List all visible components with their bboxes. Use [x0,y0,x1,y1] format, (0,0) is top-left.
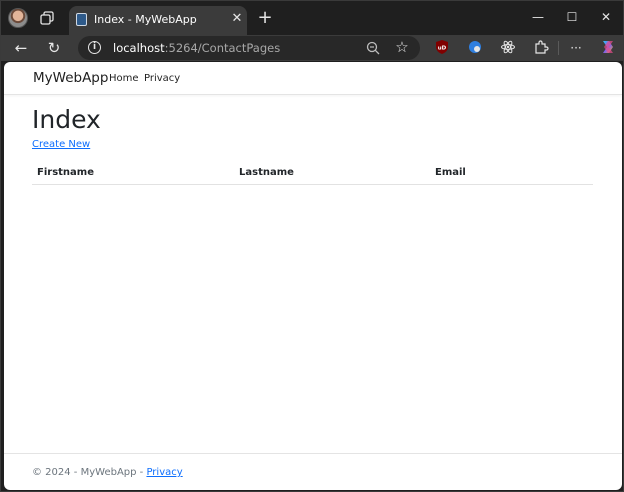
column-header-firstname: Firstname [37,167,94,178]
zoom-out-icon[interactable] [365,40,381,56]
site-navbar: MyWebApp Home Privacy [4,62,622,95]
workspaces-icon[interactable] [39,10,55,26]
navbar-brand[interactable]: MyWebApp [33,70,108,86]
profile-avatar[interactable] [8,8,28,28]
minimize-button[interactable]: — [528,8,548,26]
browser-toolbar: ← ↻ i localhost:5264/ContactPages ☆ uD ·… [1,35,623,61]
favorite-star-icon[interactable]: ☆ [393,38,411,56]
column-header-lastname: Lastname [239,167,294,178]
extensions-puzzle-icon[interactable] [533,39,549,55]
ublock-extension-icon[interactable]: uD [434,39,450,55]
site-footer: © 2024 - MyWebApp - Privacy [4,453,622,490]
url-path: :5264/ContactPages [164,41,281,55]
new-tab-button[interactable]: + [256,9,274,28]
footer-copyright: © 2024 - MyWebApp - [32,467,147,478]
back-button[interactable]: ← [11,38,31,58]
toolbar-separator [558,41,559,55]
close-window-button[interactable]: ✕ [596,8,616,26]
svg-text:uD: uD [438,46,447,52]
nav-link-privacy[interactable]: Privacy [144,73,180,84]
maximize-button[interactable]: ☐ [562,8,582,26]
tab-active[interactable]: Index - MyWebApp ✕ [69,6,247,35]
refresh-button[interactable]: ↻ [44,38,64,58]
page-viewport: MyWebApp Home Privacy Index Create New F… [4,62,622,490]
page-favicon-icon [76,13,87,26]
url-host: localhost [113,41,165,55]
footer-privacy-link[interactable]: Privacy [146,467,182,478]
column-header-email: Email [435,167,466,178]
tab-close-icon[interactable]: ✕ [229,11,245,27]
copilot-icon[interactable] [599,38,617,56]
page-title: Index [32,105,101,134]
tab-title: Index - MyWebApp [94,13,197,26]
tab-strip: Index - MyWebApp ✕ + — ☐ ✕ [1,1,623,35]
browser-window: Index - MyWebApp ✕ + — ☐ ✕ ← ↻ i localho… [0,0,624,492]
create-new-link[interactable]: Create New [32,139,90,150]
settings-menu-button[interactable]: ··· [566,38,586,58]
footer-text: © 2024 - MyWebApp - Privacy [32,467,183,478]
url-text: localhost:5264/ContactPages [113,41,280,55]
nav-link-home[interactable]: Home [109,73,139,84]
contacts-table: Firstname Lastname Email [32,160,593,185]
extension-globe-icon[interactable] [467,39,483,55]
address-bar[interactable]: i localhost:5264/ContactPages ☆ [78,36,420,60]
react-devtools-icon[interactable] [500,39,516,55]
site-info-icon[interactable]: i [88,41,101,54]
